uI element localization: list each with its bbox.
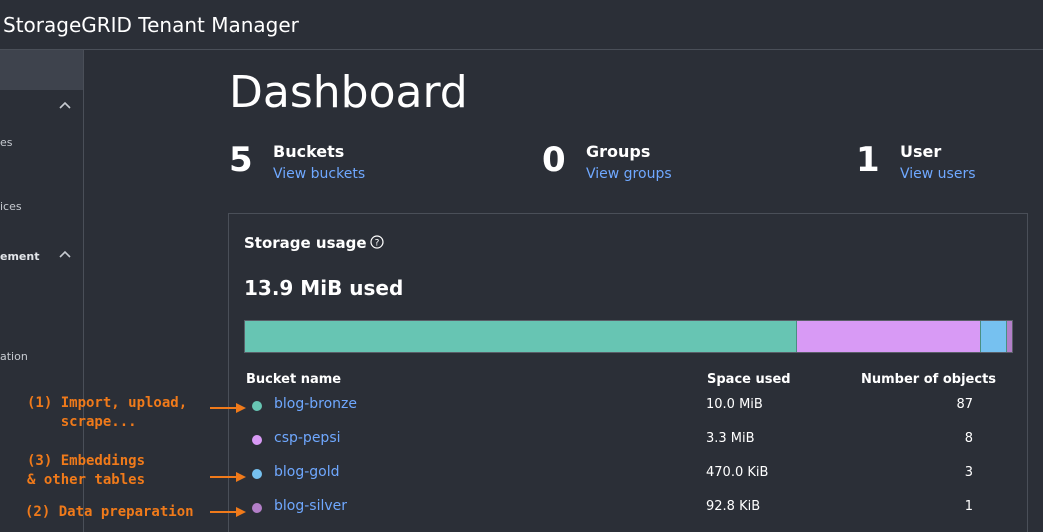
storage-usage-bar xyxy=(244,320,1013,353)
storage-used-total: 13.9 MiB used xyxy=(244,276,404,300)
sidebar-section-label[interactable]: ement xyxy=(0,250,39,263)
bucket-space-used: 470.0 KiB xyxy=(706,465,769,480)
bucket-link[interactable]: csp-pepsi xyxy=(274,430,341,446)
bucket-object-count: 8 xyxy=(964,431,973,446)
bucket-color-dot xyxy=(252,469,262,479)
stat-count: 0 xyxy=(542,140,566,180)
page-title: Dashboard xyxy=(229,67,468,118)
sidebar-item-active[interactable] xyxy=(0,50,83,90)
stat-label: User xyxy=(900,142,942,161)
main-content: Dashboard 5 Buckets View buckets 0 Group… xyxy=(84,50,1043,532)
annotation-import: (1) Import, upload, scrape... xyxy=(27,395,188,430)
bucket-space-used: 3.3 MiB xyxy=(706,431,755,446)
annotation-data-preparation: (2) Data preparation xyxy=(25,504,194,520)
table-row: blog-gold 470.0 KiB 3 xyxy=(229,459,1027,493)
stat-count: 5 xyxy=(229,140,253,180)
svg-text:?: ? xyxy=(375,239,380,249)
storage-usage-panel: Storage usage ? 13.9 MiB used Bucket nam… xyxy=(228,213,1028,532)
usage-segment-blog-silver xyxy=(1005,321,1012,352)
bucket-color-dot xyxy=(252,401,262,411)
storage-usage-title: Storage usage xyxy=(244,234,367,252)
top-bar: StorageGRID Tenant Manager xyxy=(0,0,1043,50)
bucket-space-used: 92.8 KiB xyxy=(706,499,761,514)
view-buckets-link[interactable]: View buckets xyxy=(273,166,365,182)
bucket-space-used: 10.0 MiB xyxy=(706,397,763,412)
stat-label: Groups xyxy=(586,142,651,161)
bucket-link[interactable]: blog-bronze xyxy=(274,396,357,412)
stat-count: 1 xyxy=(856,140,880,180)
annotation-embeddings: (3) Embeddings & other tables xyxy=(27,453,146,488)
arrow-right-icon xyxy=(210,507,246,517)
column-header-bucket-name: Bucket name xyxy=(246,372,342,387)
table-row: blog-silver 92.8 KiB 1 xyxy=(229,493,1027,527)
stat-label: Buckets xyxy=(273,142,345,161)
help-icon[interactable]: ? xyxy=(370,235,384,249)
usage-segment-blog-gold xyxy=(979,321,1006,352)
bucket-object-count: 1 xyxy=(964,499,973,514)
bucket-color-dot xyxy=(252,435,262,445)
chevron-up-icon[interactable] xyxy=(58,99,72,113)
bucket-color-dot xyxy=(252,503,262,513)
sidebar-item-label[interactable]: ation xyxy=(0,350,28,363)
arrow-right-icon xyxy=(210,403,246,413)
arrow-right-icon xyxy=(210,472,246,482)
sidebar-item-label[interactable]: ices xyxy=(0,200,22,213)
bucket-object-count: 3 xyxy=(964,465,973,480)
bucket-link[interactable]: blog-gold xyxy=(274,464,340,480)
app-title: StorageGRID Tenant Manager xyxy=(3,13,299,37)
table-row: blog-bronze 10.0 MiB 87 xyxy=(229,391,1027,425)
view-groups-link[interactable]: View groups xyxy=(586,166,672,182)
usage-segment-csp-pepsi xyxy=(795,321,980,352)
sidebar-item-label[interactable]: es xyxy=(0,136,13,149)
column-header-space-used: Space used xyxy=(707,372,791,387)
table-row: csp-pepsi 3.3 MiB 8 xyxy=(229,425,1027,459)
bucket-link[interactable]: blog-silver xyxy=(274,498,347,514)
chevron-up-icon[interactable] xyxy=(58,248,72,262)
usage-segment-blog-bronze xyxy=(245,321,796,352)
view-users-link[interactable]: View users xyxy=(900,166,976,182)
bucket-object-count: 87 xyxy=(956,397,973,412)
column-header-number-of-objects: Number of objects xyxy=(861,372,997,387)
